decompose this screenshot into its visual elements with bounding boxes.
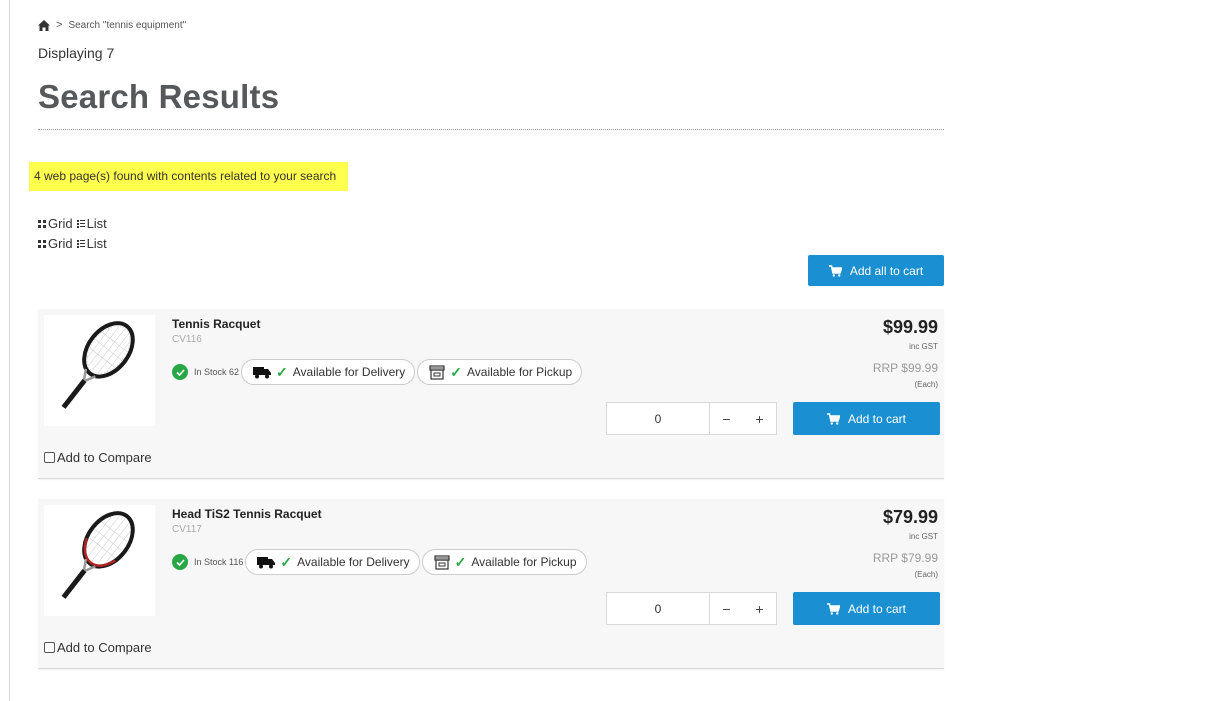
increment-button[interactable]: + bbox=[755, 411, 763, 427]
check-icon: ✓ bbox=[276, 363, 288, 380]
add-to-cart-label: Add to cart bbox=[847, 601, 907, 616]
page-left-border bbox=[9, 0, 10, 701]
view-toggle: Grid List bbox=[38, 216, 107, 231]
add-to-cart-button[interactable]: Add to cart bbox=[793, 592, 940, 625]
decrement-button[interactable]: − bbox=[722, 411, 730, 427]
grid-view-label: Grid bbox=[48, 236, 73, 251]
add-to-compare-checkbox[interactable]: Add to Compare bbox=[44, 640, 152, 655]
add-all-to-cart-button[interactable]: Add all to cart bbox=[808, 255, 944, 286]
add-to-compare-label: Add to Compare bbox=[57, 640, 152, 655]
product-sku: CV116 bbox=[172, 334, 202, 345]
list-view-label: List bbox=[86, 216, 107, 231]
product-name[interactable]: Head TiS2 Tennis Racquet bbox=[172, 507, 322, 521]
truck-icon bbox=[253, 366, 272, 378]
search-notice: 4 web page(s) found with contents relate… bbox=[29, 162, 349, 191]
page-title: Search Results bbox=[38, 78, 280, 115]
quantity-input[interactable]: 0 bbox=[607, 403, 710, 434]
delivery-label: Available for Delivery bbox=[297, 555, 410, 569]
racquet-image bbox=[61, 511, 135, 599]
availability-row: In Stock 116 ✓ Available for Delivery ✓ … bbox=[172, 549, 587, 575]
quantity-stepper: 0 − + bbox=[606, 402, 777, 435]
add-to-cart-button[interactable]: Add to cart bbox=[793, 402, 940, 435]
grid-view-label: Grid bbox=[48, 216, 73, 231]
check-icon: ✓ bbox=[454, 553, 467, 570]
product-name[interactable]: Tennis Racquet bbox=[172, 317, 260, 331]
breadcrumb: > Search "tennis equipment" bbox=[38, 19, 186, 31]
add-to-compare-label: Add to Compare bbox=[57, 450, 152, 465]
unit-note: (Each) bbox=[914, 380, 938, 389]
product-card: Add to Compare Head TiS2 Tennis Racquet … bbox=[38, 499, 944, 669]
quantity-input[interactable]: 0 bbox=[607, 593, 710, 624]
add-to-compare-checkbox[interactable]: Add to Compare bbox=[44, 450, 152, 465]
cart-icon bbox=[828, 264, 842, 277]
pickup-label: Available for Pickup bbox=[471, 555, 577, 569]
product-image[interactable] bbox=[44, 315, 155, 426]
grid-view-button[interactable]: Grid bbox=[38, 236, 73, 251]
checkbox-box[interactable] bbox=[44, 452, 55, 463]
tax-note: inc GST bbox=[909, 532, 938, 541]
decrement-button[interactable]: − bbox=[722, 601, 730, 617]
list-view-button[interactable]: List bbox=[76, 236, 107, 251]
stock-status: In Stock 116 bbox=[194, 557, 244, 567]
racquet-image bbox=[61, 321, 135, 409]
breadcrumb-separator: > bbox=[56, 19, 63, 31]
unit-note: (Each) bbox=[914, 570, 938, 579]
cart-icon bbox=[826, 602, 840, 615]
in-stock-check-icon bbox=[172, 364, 188, 380]
title-divider bbox=[38, 129, 944, 130]
product-image[interactable] bbox=[44, 505, 155, 616]
delivery-label: Available for Delivery bbox=[292, 365, 406, 379]
store-icon bbox=[429, 364, 445, 380]
home-icon[interactable] bbox=[38, 19, 50, 31]
check-icon: ✓ bbox=[450, 363, 462, 380]
add-to-cart-label: Add to cart bbox=[847, 411, 907, 426]
list-icon bbox=[76, 239, 85, 248]
stock-status: In Stock 62 bbox=[194, 367, 240, 377]
in-stock-check-icon bbox=[172, 554, 188, 570]
breadcrumb-current: Search "tennis equipment" bbox=[68, 19, 187, 31]
add-all-label: Add all to cart bbox=[849, 263, 924, 278]
results-count: Displaying 7 bbox=[38, 45, 115, 61]
product-price: $99.99 bbox=[882, 317, 938, 337]
pickup-label: Available for Pickup bbox=[467, 365, 573, 379]
delivery-badge: ✓ Available for Delivery bbox=[241, 359, 416, 385]
quantity-stepper: 0 − + bbox=[606, 592, 777, 625]
cart-icon bbox=[826, 412, 840, 425]
product-sku: CV117 bbox=[172, 524, 202, 535]
list-view-label: List bbox=[86, 236, 107, 251]
checkbox-box[interactable] bbox=[44, 642, 55, 653]
grid-icon bbox=[38, 239, 46, 248]
product-card: Add to Compare Tennis Racquet CV116 In S… bbox=[38, 309, 944, 479]
truck-icon bbox=[257, 556, 276, 568]
grid-icon bbox=[38, 219, 46, 228]
list-icon bbox=[76, 219, 85, 228]
tax-note: inc GST bbox=[909, 342, 938, 351]
check-icon: ✓ bbox=[280, 553, 293, 570]
pickup-badge: ✓ Available for Pickup bbox=[421, 549, 587, 575]
increment-button[interactable]: + bbox=[755, 601, 763, 617]
store-icon bbox=[434, 554, 450, 570]
rrp-price: RRP $79.99 bbox=[872, 551, 938, 565]
grid-view-button[interactable]: Grid bbox=[38, 216, 73, 231]
rrp-price: RRP $99.99 bbox=[872, 361, 938, 375]
delivery-badge: ✓ Available for Delivery bbox=[245, 549, 420, 575]
availability-row: In Stock 62 ✓ Available for Delivery ✓ A… bbox=[172, 359, 583, 385]
product-price: $79.99 bbox=[882, 507, 938, 527]
pickup-badge: ✓ Available for Pickup bbox=[417, 359, 583, 385]
list-view-button[interactable]: List bbox=[76, 216, 107, 231]
view-toggle: Grid List bbox=[38, 236, 107, 251]
